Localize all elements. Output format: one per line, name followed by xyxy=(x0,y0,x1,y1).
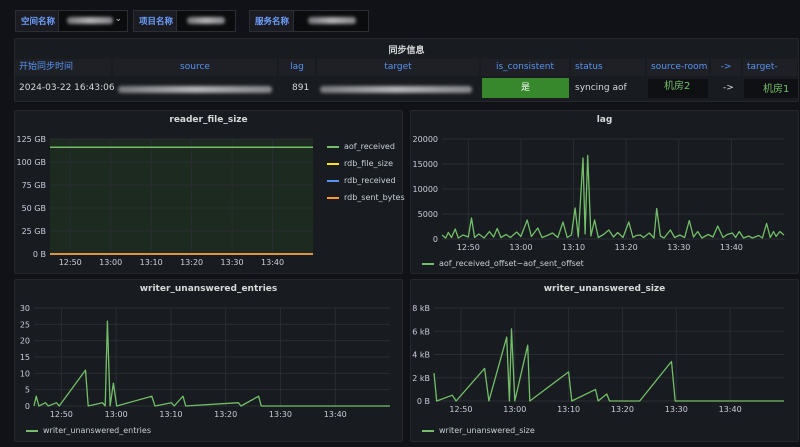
y-tick-label-2: 15 xyxy=(20,353,30,362)
legend-label: writer_unanswered_size xyxy=(439,426,535,435)
plot-area-bg-0 xyxy=(50,139,313,254)
series-line-writer_unanswered_entries xyxy=(33,320,390,407)
legend-swatch xyxy=(422,429,434,432)
y-tick-label-0: 50 GB xyxy=(22,204,46,213)
charts-layer: 0 B 25 GB 50 GB 75 GB 100 GB 125 GB 12:50 13:00… xyxy=(17,135,785,419)
legend-rdb-received[interactable]: rdb_received xyxy=(327,176,396,185)
y-tick-label-3: 4 kB xyxy=(412,351,430,360)
y-tick-label-2: 30 xyxy=(20,304,30,313)
x-tick-label-1: 12:50 xyxy=(457,243,480,252)
legend-aof-received[interactable]: aof_received xyxy=(327,142,395,151)
x-tick-label-2: 12:50 xyxy=(50,410,73,419)
y-tick-label-0: 125 GB xyxy=(17,135,47,144)
x-tick-label-3: 13:30 xyxy=(665,405,688,414)
legend-swatch xyxy=(422,262,434,265)
y-tick-label-0: 0 B xyxy=(33,250,46,259)
y-tick-label-0: 25 GB xyxy=(22,227,46,236)
x-tick-label-1: 13:40 xyxy=(720,243,743,252)
x-tick-label-2: 13:10 xyxy=(159,410,182,419)
y-tick-label-1: 0 xyxy=(433,235,438,244)
legend-swatch xyxy=(26,429,38,432)
legend-label: aof_received xyxy=(344,142,395,151)
x-tick-label-3: 13:40 xyxy=(719,405,742,414)
legend-label: rdb_received xyxy=(344,176,396,185)
legend-writer-size[interactable]: writer_unanswered_size xyxy=(422,426,535,435)
y-tick-label-2: 0 xyxy=(25,402,30,411)
legend-rdb-file-size[interactable]: rdb_file_size xyxy=(327,159,393,168)
legend-label: rdb_file_size xyxy=(344,159,393,168)
legend-label: writer_unanswered_entries xyxy=(43,426,151,435)
y-tick-label-2: 10 xyxy=(20,369,30,378)
legend-swatch xyxy=(327,196,339,199)
x-tick-label-0: 13:10 xyxy=(140,258,163,267)
y-tick-label-2: 20 xyxy=(20,337,30,346)
x-tick-label-0: 13:30 xyxy=(221,258,244,267)
y-tick-label-3: 2 kB xyxy=(412,374,430,383)
y-tick-label-0: 75 GB xyxy=(22,181,46,190)
x-tick-label-0: 13:40 xyxy=(261,258,284,267)
legend-swatch xyxy=(327,145,339,148)
x-tick-label-2: 13:30 xyxy=(269,410,292,419)
y-tick-label-2: 5 xyxy=(25,386,30,395)
legend-rdb-sent-bytes[interactable]: rdb_sent_bytes xyxy=(327,193,405,202)
legend-label: aof_received_offset−aof_sent_offset xyxy=(439,259,584,268)
x-tick-label-1: 13:20 xyxy=(615,243,638,252)
x-tick-label-0: 13:20 xyxy=(180,258,203,267)
x-tick-label-0: 12:50 xyxy=(59,258,82,267)
y-tick-label-3: 8 kB xyxy=(412,304,430,313)
x-tick-label-3: 13:10 xyxy=(557,405,580,414)
x-tick-label-0: 13:00 xyxy=(99,258,122,267)
legend-label: rdb_sent_bytes xyxy=(344,193,405,202)
x-tick-label-1: 13:00 xyxy=(509,243,532,252)
y-tick-label-1: 10000 xyxy=(413,185,438,194)
x-tick-label-3: 13:20 xyxy=(611,405,634,414)
series-line-aof_received_offset−aof_sent_offset xyxy=(441,154,785,239)
series-line-writer_unanswered_size xyxy=(433,328,784,402)
x-tick-label-2: 13:40 xyxy=(324,410,347,419)
legend-lag-series[interactable]: aof_received_offset−aof_sent_offset xyxy=(422,259,584,268)
y-tick-label-1: 15000 xyxy=(413,160,438,169)
y-tick-label-2: 25 xyxy=(20,320,30,329)
y-tick-label-3: 6 kB xyxy=(412,327,430,336)
y-tick-label-1: 5000 xyxy=(418,210,438,219)
y-tick-label-0: 100 GB xyxy=(17,158,47,167)
x-tick-label-1: 13:30 xyxy=(667,243,690,252)
legend-swatch xyxy=(327,162,339,165)
y-tick-label-1: 20000 xyxy=(413,135,438,144)
x-tick-label-3: 13:00 xyxy=(503,405,526,414)
x-tick-label-3: 12:50 xyxy=(449,405,472,414)
x-tick-label-1: 13:10 xyxy=(562,243,585,252)
x-tick-label-2: 13:20 xyxy=(214,410,237,419)
y-tick-label-3: 0 B xyxy=(417,397,430,406)
legend-writer-entries[interactable]: writer_unanswered_entries xyxy=(26,426,151,435)
x-tick-label-2: 13:00 xyxy=(105,410,128,419)
legend-swatch xyxy=(327,179,339,182)
